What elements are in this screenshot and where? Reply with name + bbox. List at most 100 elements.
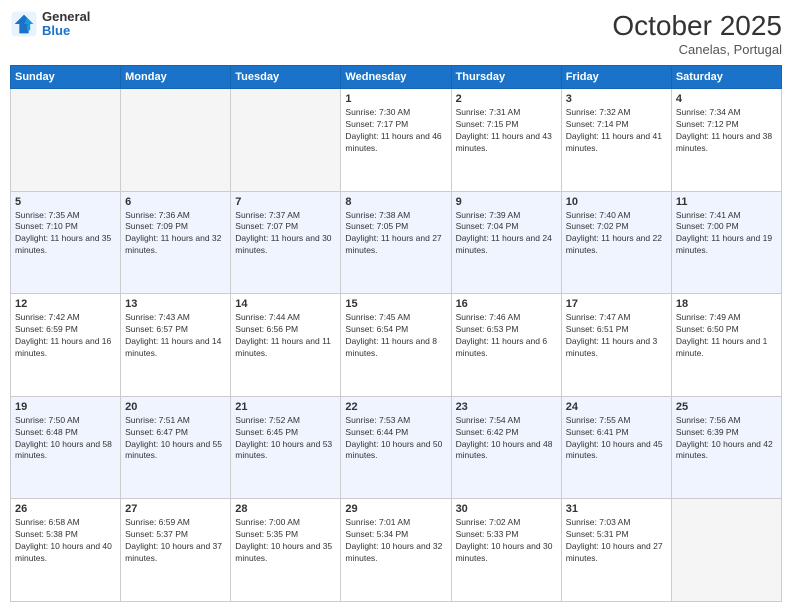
day-number: 17	[566, 298, 667, 310]
table-row: 3 Sunrise: 7:32 AMSunset: 7:14 PMDaylight…	[561, 89, 671, 192]
day-number: 24	[566, 401, 667, 413]
day-info: Sunrise: 7:37 AMSunset: 7:07 PMDaylight:…	[235, 210, 336, 258]
day-number: 12	[15, 298, 116, 310]
day-number: 19	[15, 401, 116, 413]
day-number: 23	[456, 401, 557, 413]
day-info: Sunrise: 7:30 AMSunset: 7:17 PMDaylight:…	[345, 107, 446, 155]
day-number: 30	[456, 503, 557, 515]
day-number: 5	[15, 196, 116, 208]
day-number: 9	[456, 196, 557, 208]
table-row: 31 Sunrise: 7:03 AMSunset: 5:31 PMDayligh…	[561, 499, 671, 602]
day-info: Sunrise: 6:58 AMSunset: 5:38 PMDaylight:…	[15, 517, 116, 565]
day-number: 7	[235, 196, 336, 208]
table-row: 26 Sunrise: 6:58 AMSunset: 5:38 PMDayligh…	[11, 499, 121, 602]
col-monday: Monday	[121, 66, 231, 89]
day-number: 4	[676, 93, 777, 105]
day-info: Sunrise: 7:53 AMSunset: 6:44 PMDaylight:…	[345, 415, 446, 463]
day-info: Sunrise: 7:39 AMSunset: 7:04 PMDaylight:…	[456, 210, 557, 258]
table-row: 2 Sunrise: 7:31 AMSunset: 7:15 PMDaylight…	[451, 89, 561, 192]
table-row: 5Sunrise: 7:35 AMSunset: 7:10 PMDaylight…	[11, 191, 121, 294]
calendar-week-row: 19 Sunrise: 7:50 AMSunset: 6:48 PMDayligh…	[11, 396, 782, 499]
table-row: 8 Sunrise: 7:38 AMSunset: 7:05 PMDaylight…	[341, 191, 451, 294]
header: General Blue October 2025 Canelas, Portu…	[10, 10, 782, 57]
col-tuesday: Tuesday	[231, 66, 341, 89]
day-info: Sunrise: 7:45 AMSunset: 6:54 PMDaylight:…	[345, 312, 446, 360]
logo-general: General	[42, 10, 90, 24]
day-number: 2	[456, 93, 557, 105]
table-row: 9 Sunrise: 7:39 AMSunset: 7:04 PMDaylight…	[451, 191, 561, 294]
logo-text: General Blue	[42, 10, 90, 39]
table-row: 22 Sunrise: 7:53 AMSunset: 6:44 PMDayligh…	[341, 396, 451, 499]
day-number: 22	[345, 401, 446, 413]
day-number: 1	[345, 93, 446, 105]
day-info: Sunrise: 7:31 AMSunset: 7:15 PMDaylight:…	[456, 107, 557, 155]
header-row: Sunday Monday Tuesday Wednesday Thursday…	[11, 66, 782, 89]
table-row: 21 Sunrise: 7:52 AMSunset: 6:45 PMDayligh…	[231, 396, 341, 499]
day-info: Sunrise: 7:03 AMSunset: 5:31 PMDaylight:…	[566, 517, 667, 565]
table-row: 28Sunrise: 7:00 AMSunset: 5:35 PMDayligh…	[231, 499, 341, 602]
calendar-table: Sunday Monday Tuesday Wednesday Thursday…	[10, 65, 782, 602]
page: General Blue October 2025 Canelas, Portu…	[0, 0, 792, 612]
table-row: 11 Sunrise: 7:41 AMSunset: 7:00 PMDayligh…	[671, 191, 781, 294]
day-number: 28	[235, 503, 336, 515]
day-info: Sunrise: 7:50 AMSunset: 6:48 PMDaylight:…	[15, 415, 116, 463]
table-row: 25 Sunrise: 7:56 AMSunset: 6:39 PMDayligh…	[671, 396, 781, 499]
table-row: 14 Sunrise: 7:44 AMSunset: 6:56 PMDayligh…	[231, 294, 341, 397]
day-info: Sunrise: 7:56 AMSunset: 6:39 PMDaylight:…	[676, 415, 777, 463]
day-number: 16	[456, 298, 557, 310]
day-info: Sunrise: 7:42 AMSunset: 6:59 PMDaylight:…	[15, 312, 116, 360]
logo-blue: Blue	[42, 24, 90, 38]
col-thursday: Thursday	[451, 66, 561, 89]
table-row: 19 Sunrise: 7:50 AMSunset: 6:48 PMDayligh…	[11, 396, 121, 499]
day-number: 3	[566, 93, 667, 105]
table-row: 17 Sunrise: 7:47 AMSunset: 6:51 PMDayligh…	[561, 294, 671, 397]
day-info: Sunrise: 7:44 AMSunset: 6:56 PMDaylight:…	[235, 312, 336, 360]
table-row: 16Sunrise: 7:46 AMSunset: 6:53 PMDayligh…	[451, 294, 561, 397]
table-row: 18 Sunrise: 7:49 AMSunset: 6:50 PMDayligh…	[671, 294, 781, 397]
table-row: 20 Sunrise: 7:51 AMSunset: 6:47 PMDayligh…	[121, 396, 231, 499]
day-number: 6	[125, 196, 226, 208]
day-info: Sunrise: 7:41 AMSunset: 7:00 PMDaylight:…	[676, 210, 777, 258]
day-number: 26	[15, 503, 116, 515]
day-info: Sunrise: 7:02 AMSunset: 5:33 PMDaylight:…	[456, 517, 557, 565]
day-info: Sunrise: 7:36 AMSunset: 7:09 PMDaylight:…	[125, 210, 226, 258]
day-number: 25	[676, 401, 777, 413]
table-row: 7 Sunrise: 7:37 AMSunset: 7:07 PMDaylight…	[231, 191, 341, 294]
day-info: Sunrise: 7:55 AMSunset: 6:41 PMDaylight:…	[566, 415, 667, 463]
day-number: 20	[125, 401, 226, 413]
day-number: 14	[235, 298, 336, 310]
subtitle: Canelas, Portugal	[612, 42, 782, 57]
table-row: 24 Sunrise: 7:55 AMSunset: 6:41 PMDayligh…	[561, 396, 671, 499]
table-row	[671, 499, 781, 602]
day-info: Sunrise: 7:47 AMSunset: 6:51 PMDaylight:…	[566, 312, 667, 360]
table-row: 15Sunrise: 7:45 AMSunset: 6:54 PMDayligh…	[341, 294, 451, 397]
col-sunday: Sunday	[11, 66, 121, 89]
day-number: 29	[345, 503, 446, 515]
day-number: 10	[566, 196, 667, 208]
calendar-week-row: 12 Sunrise: 7:42 AMSunset: 6:59 PMDayligh…	[11, 294, 782, 397]
day-info: Sunrise: 7:38 AMSunset: 7:05 PMDaylight:…	[345, 210, 446, 258]
table-row: 23Sunrise: 7:54 AMSunset: 6:42 PMDayligh…	[451, 396, 561, 499]
day-number: 21	[235, 401, 336, 413]
day-number: 27	[125, 503, 226, 515]
day-number: 8	[345, 196, 446, 208]
col-saturday: Saturday	[671, 66, 781, 89]
table-row: 6 Sunrise: 7:36 AMSunset: 7:09 PMDaylight…	[121, 191, 231, 294]
day-info: Sunrise: 7:40 AMSunset: 7:02 PMDaylight:…	[566, 210, 667, 258]
table-row: 4Sunrise: 7:34 AMSunset: 7:12 PMDaylight…	[671, 89, 781, 192]
day-info: Sunrise: 7:32 AMSunset: 7:14 PMDaylight:…	[566, 107, 667, 155]
calendar-week-row: 1 Sunrise: 7:30 AMSunset: 7:17 PMDaylight…	[11, 89, 782, 192]
table-row: 10 Sunrise: 7:40 AMSunset: 7:02 PMDayligh…	[561, 191, 671, 294]
month-title: October 2025	[612, 10, 782, 42]
logo: General Blue	[10, 10, 90, 39]
table-row: 27Sunrise: 6:59 AMSunset: 5:37 PMDayligh…	[121, 499, 231, 602]
table-row: 12 Sunrise: 7:42 AMSunset: 6:59 PMDayligh…	[11, 294, 121, 397]
day-info: Sunrise: 7:52 AMSunset: 6:45 PMDaylight:…	[235, 415, 336, 463]
table-row: 1 Sunrise: 7:30 AMSunset: 7:17 PMDaylight…	[341, 89, 451, 192]
logo-icon	[10, 10, 38, 38]
day-number: 31	[566, 503, 667, 515]
day-info: Sunrise: 7:51 AMSunset: 6:47 PMDaylight:…	[125, 415, 226, 463]
day-number: 18	[676, 298, 777, 310]
day-info: Sunrise: 7:49 AMSunset: 6:50 PMDaylight:…	[676, 312, 777, 360]
day-number: 11	[676, 196, 777, 208]
